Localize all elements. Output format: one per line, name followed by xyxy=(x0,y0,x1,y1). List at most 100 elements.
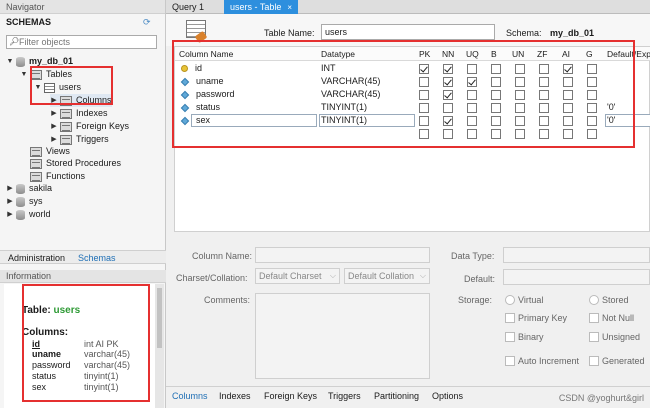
flag-checkbox-zf[interactable] xyxy=(539,64,549,74)
header-nn[interactable]: NN xyxy=(442,49,454,59)
tree-item-world[interactable]: ▶ world xyxy=(6,208,51,221)
primary-key-checkbox[interactable] xyxy=(505,313,515,323)
flag-checkbox-b[interactable] xyxy=(491,90,501,100)
datatype-cell[interactable]: VARCHAR(45) xyxy=(321,75,380,88)
unsigned-checkbox[interactable] xyxy=(589,332,599,342)
expand-arrow-icon[interactable]: ▼ xyxy=(34,81,42,94)
stored-radio[interactable] xyxy=(589,295,599,305)
flag-checkbox-uq[interactable] xyxy=(467,129,477,139)
generated-checkbox[interactable] xyxy=(589,356,599,366)
header-uq[interactable]: UQ xyxy=(466,49,479,59)
column-name-cell[interactable]: uname xyxy=(180,75,224,88)
flag-checkbox-un[interactable] xyxy=(515,103,525,113)
tree-item-users[interactable]: ▼ users xyxy=(34,81,81,94)
table-row[interactable]: uname VARCHAR(45) xyxy=(175,75,650,88)
tab-foreign-keys[interactable]: Foreign Keys xyxy=(264,391,317,401)
column-name-field[interactable] xyxy=(255,247,430,263)
flag-checkbox-g[interactable] xyxy=(587,103,597,113)
tab-indexes[interactable]: Indexes xyxy=(219,391,251,401)
flag-checkbox-nn[interactable] xyxy=(443,64,453,74)
tree-item-sys[interactable]: ▶ sys xyxy=(6,195,43,208)
flag-checkbox-nn[interactable] xyxy=(443,77,453,87)
binary-checkbox[interactable] xyxy=(505,332,515,342)
flag-checkbox-pk[interactable] xyxy=(419,116,429,126)
flag-checkbox-zf[interactable] xyxy=(539,103,549,113)
flag-checkbox-zf[interactable] xyxy=(539,129,549,139)
flag-checkbox-uq[interactable] xyxy=(467,90,477,100)
tab-columns[interactable]: Columns xyxy=(172,391,208,401)
filter-objects-input[interactable] xyxy=(19,36,154,48)
header-default[interactable]: Default/Exp xyxy=(607,49,650,59)
flag-checkbox-uq[interactable] xyxy=(467,77,477,87)
tree-item-sakila[interactable]: ▶ sakila xyxy=(6,182,52,195)
expand-arrow-icon[interactable]: ▶ xyxy=(6,182,14,195)
expand-arrow-icon[interactable]: ▼ xyxy=(20,68,28,81)
expand-arrow-icon[interactable]: ▶ xyxy=(50,107,58,120)
virtual-radio[interactable] xyxy=(505,295,515,305)
flag-checkbox-ai[interactable] xyxy=(563,77,573,87)
tree-item-indexes[interactable]: ▶ Indexes xyxy=(50,107,108,120)
expand-arrow-icon[interactable]: ▶ xyxy=(6,208,14,221)
auto-increment-checkbox[interactable] xyxy=(505,356,515,366)
header-pk[interactable]: PK xyxy=(419,49,430,59)
flag-checkbox-ai[interactable] xyxy=(563,103,573,113)
flag-checkbox-pk[interactable] xyxy=(419,64,429,74)
flag-checkbox-nn[interactable] xyxy=(443,116,453,126)
table-row[interactable]: status TINYINT(1) '0' xyxy=(175,101,650,114)
table-name-input[interactable]: users xyxy=(321,24,495,40)
flag-checkbox-g[interactable] xyxy=(587,116,597,126)
flag-checkbox-zf[interactable] xyxy=(539,77,549,87)
flag-checkbox-b[interactable] xyxy=(491,129,501,139)
tab-users-table[interactable]: users - Table × xyxy=(224,0,299,14)
default-field[interactable] xyxy=(503,269,650,285)
column-name-cell[interactable]: sex xyxy=(180,114,210,127)
flag-checkbox-uq[interactable] xyxy=(467,64,477,74)
flag-checkbox-b[interactable] xyxy=(491,116,501,126)
default-cell[interactable]: '0' xyxy=(607,101,615,114)
table-row[interactable]: password VARCHAR(45) xyxy=(175,88,650,101)
flag-checkbox-uq[interactable] xyxy=(467,103,477,113)
header-un[interactable]: UN xyxy=(512,49,524,59)
tree-item-stored-procedures[interactable]: Stored Procedures xyxy=(30,157,121,170)
flag-checkbox-ai[interactable] xyxy=(563,64,573,74)
flag-checkbox-ai[interactable] xyxy=(563,90,573,100)
datatype-cell[interactable]: TINYINT(1) xyxy=(321,101,367,114)
flag-checkbox-ai[interactable] xyxy=(563,116,573,126)
header-b[interactable]: B xyxy=(491,49,497,59)
flag-checkbox-g[interactable] xyxy=(587,90,597,100)
tab-schemas[interactable]: Schemas xyxy=(78,253,116,263)
header-zf[interactable]: ZF xyxy=(537,49,547,59)
flag-checkbox-un[interactable] xyxy=(515,116,525,126)
flag-checkbox-zf[interactable] xyxy=(539,116,549,126)
close-icon[interactable]: × xyxy=(287,3,292,12)
flag-checkbox-nn[interactable] xyxy=(443,103,453,113)
tree-item-columns[interactable]: ▶ Columns xyxy=(50,94,112,107)
flag-checkbox-b[interactable] xyxy=(491,103,501,113)
tree-item-tables[interactable]: ▼ Tables xyxy=(20,68,72,81)
filter-objects-field[interactable]: 🔎︎ xyxy=(6,35,157,49)
collation-dropdown[interactable]: Default Collation xyxy=(344,268,430,284)
flag-checkbox-nn[interactable] xyxy=(443,129,453,139)
expand-arrow-icon[interactable]: ▼ xyxy=(6,55,14,68)
column-name-cell[interactable]: id xyxy=(181,62,202,75)
header-datatype[interactable]: Datatype xyxy=(321,49,355,59)
expand-arrow-icon[interactable]: ▶ xyxy=(6,195,14,208)
flag-checkbox-pk[interactable] xyxy=(419,103,429,113)
tab-query-1[interactable]: Query 1 xyxy=(166,0,210,14)
table-row[interactable]: id INT xyxy=(175,62,650,75)
tree-item-foreign-keys[interactable]: ▶ Foreign Keys xyxy=(50,120,129,133)
datatype-cell[interactable]: INT xyxy=(321,62,336,75)
information-scrollbar[interactable] xyxy=(155,284,164,408)
flag-checkbox-zf[interactable] xyxy=(539,90,549,100)
header-g[interactable]: G xyxy=(586,49,593,59)
table-row[interactable]: sex TINYINT(1) '0' xyxy=(175,114,650,127)
flag-checkbox-pk[interactable] xyxy=(419,90,429,100)
default-cell[interactable]: '0' xyxy=(607,114,615,127)
flag-checkbox-un[interactable] xyxy=(515,77,525,87)
charset-dropdown[interactable]: Default Charset xyxy=(255,268,340,284)
flag-checkbox-un[interactable] xyxy=(515,90,525,100)
flag-checkbox-b[interactable] xyxy=(491,77,501,87)
data-type-field[interactable] xyxy=(503,247,650,263)
comments-textarea[interactable] xyxy=(255,293,430,379)
flag-checkbox-ai[interactable] xyxy=(563,129,573,139)
